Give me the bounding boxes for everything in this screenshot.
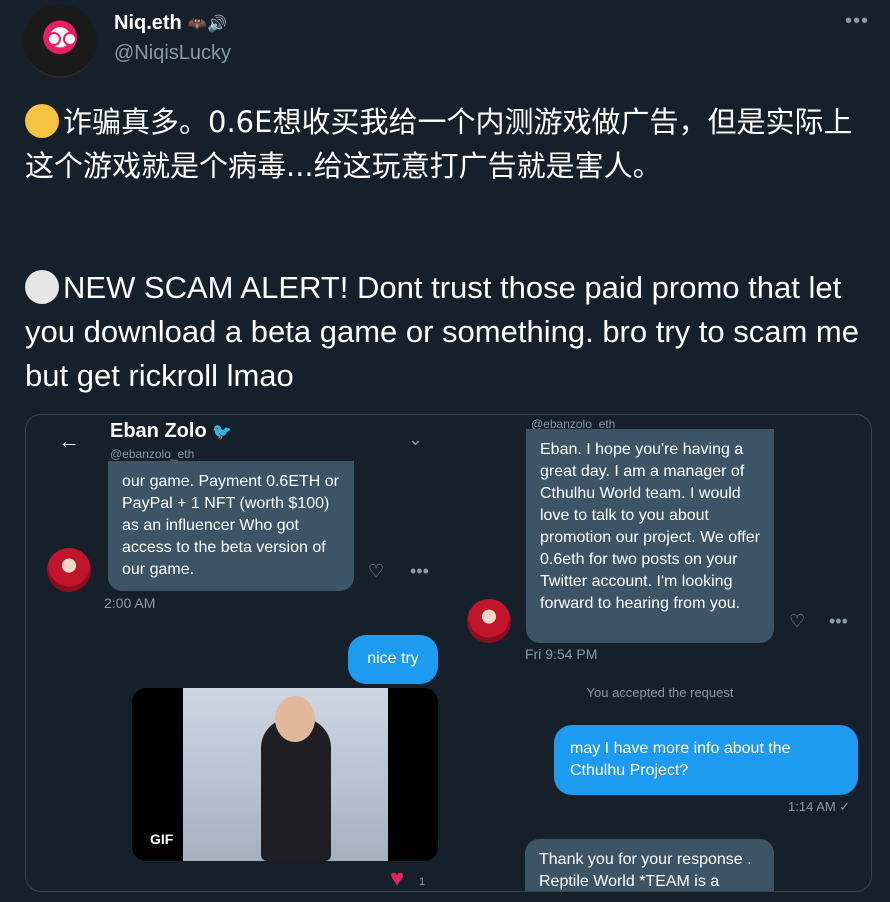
message-timestamp: 2:00 AM <box>104 595 156 611</box>
author-name[interactable]: Niq.eth 🦇🔊 <box>114 12 227 35</box>
avatar-eye-right <box>63 32 77 46</box>
skull-emoji <box>25 270 59 304</box>
sender-avatar-right <box>467 599 511 643</box>
dm-contact-name-text: Eban Zolo <box>110 420 207 442</box>
heart-reaction-icon: ♥ <box>390 865 405 891</box>
tweet-media-card[interactable]: ← Eban Zolo 🐦 @ebanzolo_eth ⌄ our game. … <box>25 414 872 892</box>
more-options-icon[interactable]: ••• <box>845 10 869 33</box>
facepalm-emoji <box>25 104 59 138</box>
tweet-text-cn-content: 诈骗真多。0.6E想收买我给一个内测游戏做广告，但是实际上这个游戏就是个病毒..… <box>25 105 853 183</box>
gif-frame <box>183 688 388 861</box>
gif-label: GIF <box>150 831 174 847</box>
tweet-text-en-content: NEW SCAM ALERT! Dont trust those paid pr… <box>25 270 859 393</box>
reply-timestamp: 1:14 AM ✓ <box>788 799 851 814</box>
avatar-eye-left <box>47 32 61 46</box>
dm-message-outgoing-right: may I have more info about the Cthulhu P… <box>554 725 858 795</box>
dm-contact-name: Eban Zolo 🐦 <box>110 420 232 443</box>
reaction-count: 1 <box>419 876 426 888</box>
dm-message-incoming-right-2: Thank you for your response . Reptile Wo… <box>525 839 774 891</box>
dm-message-incoming: our game. Payment 0.6ETH or PayPal + 1 N… <box>108 461 354 591</box>
tweet-text-chinese: 诈骗真多。0.6E想收买我给一个内测游戏做广告，但是实际上这个游戏就是个病毒..… <box>25 100 870 188</box>
tweet-text-english: NEW SCAM ALERT! Dont trust those paid pr… <box>25 266 870 398</box>
back-arrow-icon: ← <box>58 428 80 453</box>
sender-avatar <box>47 548 91 592</box>
dm-screenshot-right[interactable]: @ebanzolo_eth Eban. I hope you're having… <box>449 415 871 891</box>
react-heart-icon: ♡ <box>368 561 385 581</box>
twitter-bird-icon: 🐦 <box>212 424 233 441</box>
dm-message-outgoing: nice try <box>348 635 438 684</box>
rickroll-gif: GIF <box>132 688 438 861</box>
message-more-icon-right: ••• <box>829 611 848 631</box>
react-heart-icon-right: ♡ <box>789 611 806 631</box>
chevrons-down-icon: ⌄ <box>408 429 424 449</box>
author-name-text: Niq.eth <box>114 12 182 34</box>
author-name-emoji: 🦇🔊 <box>187 16 228 33</box>
message-more-icon: ••• <box>410 561 429 581</box>
author-handle[interactable]: @NiqisLucky <box>114 42 231 65</box>
dm-contact-handle: @ebanzolo_eth <box>110 447 195 461</box>
gif-singer-head <box>275 696 315 742</box>
message-timestamp-right: Fri 9:54 PM <box>525 646 598 662</box>
dm-screenshot-left[interactable]: ← Eban Zolo 🐦 @ebanzolo_eth ⌄ our game. … <box>26 415 448 891</box>
request-accepted-note: You accepted the request <box>586 685 734 700</box>
author-avatar[interactable] <box>23 4 97 78</box>
dm-message-incoming-right: Eban. I hope you're having a great day. … <box>526 429 774 643</box>
